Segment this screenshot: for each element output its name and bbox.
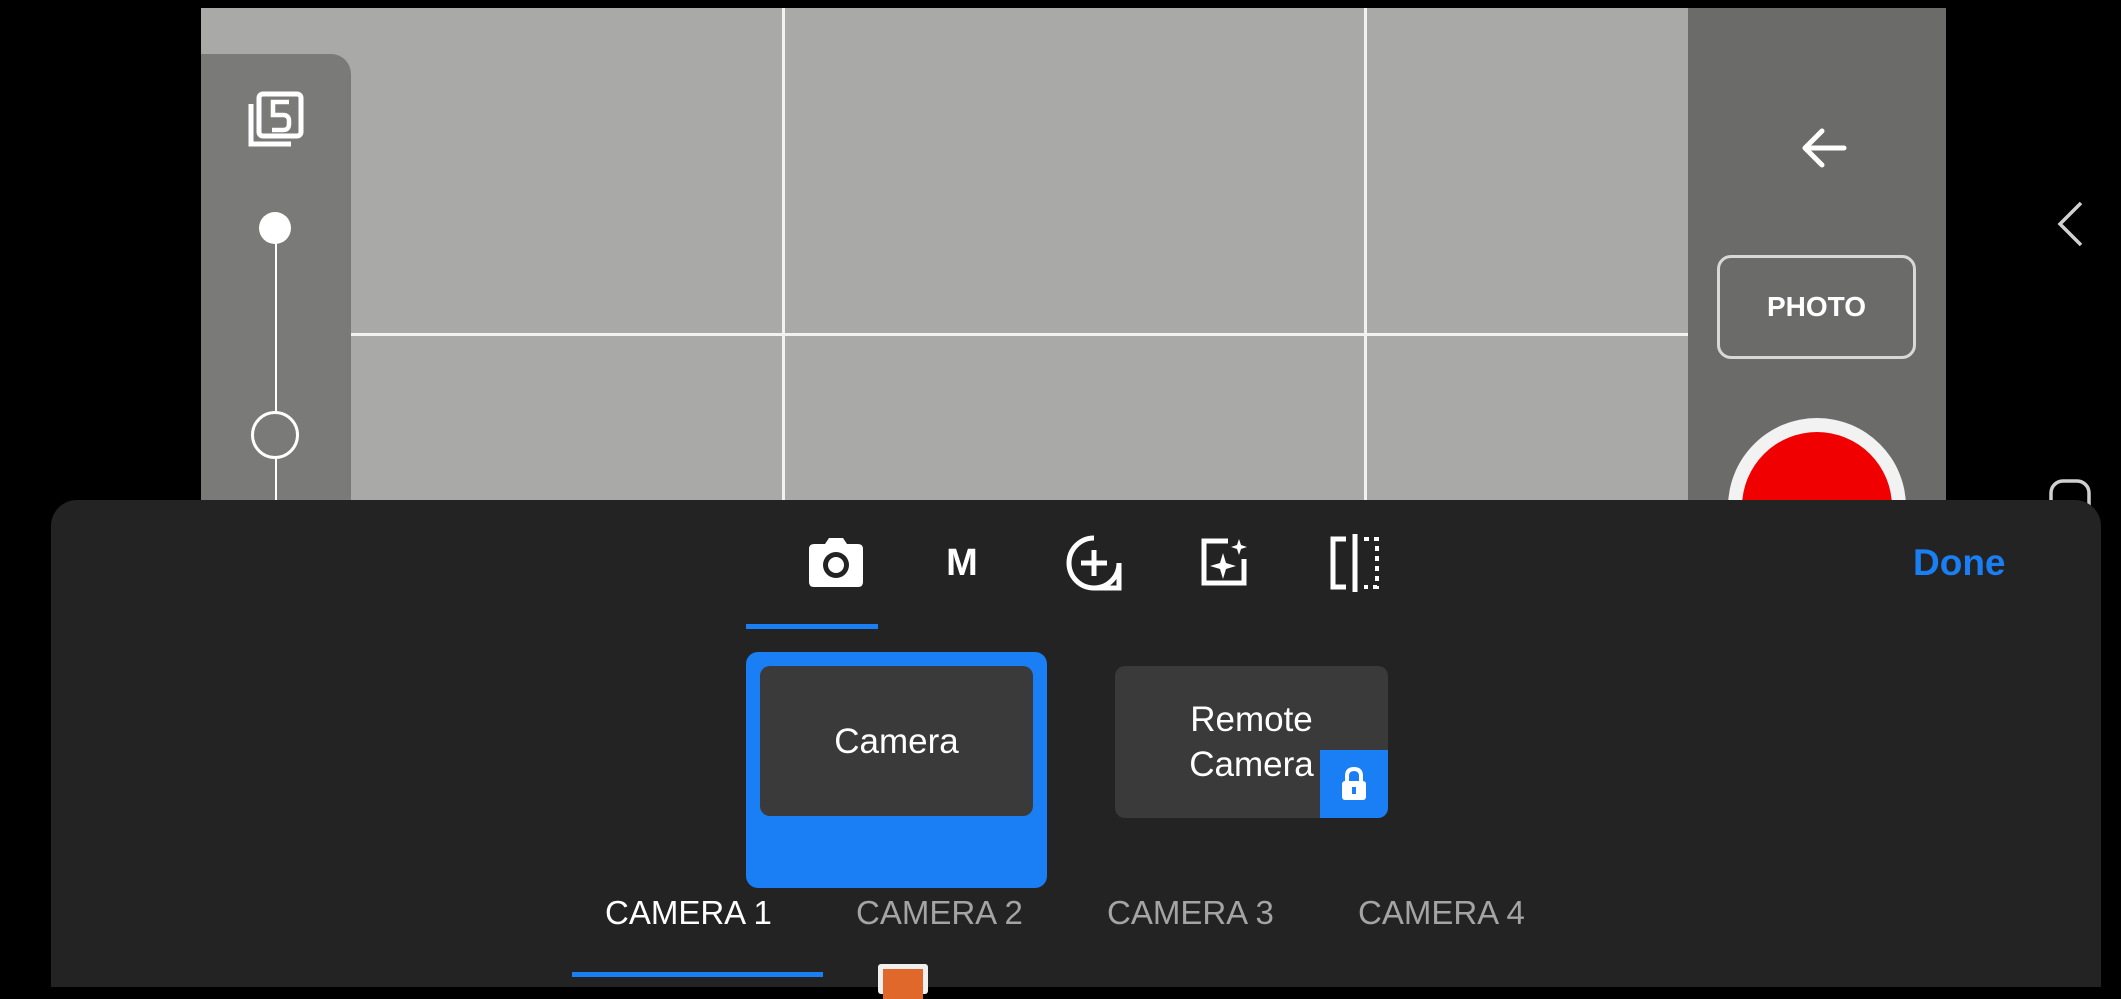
source-card-label: Camera xyxy=(1189,745,1314,784)
tab-camera-1[interactable]: CAMERA 1 xyxy=(605,894,772,932)
right-control-panel: PHOTO xyxy=(1688,8,1946,596)
tab-active-indicator xyxy=(746,624,878,629)
color-swatch-fill xyxy=(883,969,923,999)
lock-badge xyxy=(1320,750,1388,818)
tab-manual[interactable]: M xyxy=(912,530,1012,596)
tab-camera-3[interactable]: CAMERA 3 xyxy=(1107,894,1274,932)
grid-line-horizontal xyxy=(201,333,1946,336)
grid-line-vertical xyxy=(782,8,785,508)
tab-camera[interactable] xyxy=(781,530,891,596)
source-card-camera-selected[interactable]: Camera xyxy=(746,652,1047,888)
back-arrow-icon[interactable] xyxy=(1794,118,1854,178)
sparkle-frame-icon xyxy=(1201,538,1247,586)
camera-viewfinder[interactable] xyxy=(201,8,1946,508)
nav-back-icon[interactable] xyxy=(2050,198,2090,250)
tab-effects[interactable] xyxy=(1174,530,1274,596)
zoom-slider-track[interactable] xyxy=(275,228,277,528)
add-circle-icon xyxy=(1066,535,1122,591)
bottom-sheet: M Done Camera Remote Camera CAMERA 1 CAM… xyxy=(51,500,2101,999)
tab-add-overlay[interactable] xyxy=(1044,530,1144,596)
source-card-label: Camera xyxy=(834,721,959,761)
tab-camera-4[interactable]: CAMERA 4 xyxy=(1358,894,1525,932)
grid-line-vertical xyxy=(1364,8,1367,508)
zoom-slider-handle[interactable] xyxy=(259,212,291,244)
tab-compare[interactable] xyxy=(1305,530,1405,596)
photo-mode-button[interactable]: PHOTO xyxy=(1717,255,1916,359)
camera-icon xyxy=(809,538,863,587)
photo-mode-label: PHOTO xyxy=(1766,291,1867,322)
color-swatch[interactable] xyxy=(878,964,928,999)
manual-m-icon: M xyxy=(946,541,978,584)
burst-count-icon[interactable] xyxy=(243,88,307,152)
split-compare-icon xyxy=(1330,534,1379,592)
camera-tab-active-indicator xyxy=(572,972,823,977)
tab-camera-2[interactable]: CAMERA 2 xyxy=(856,894,1023,932)
source-card-camera: Camera xyxy=(760,666,1033,816)
source-card-label: Remote xyxy=(1190,700,1313,739)
source-card-remote-camera[interactable]: Remote Camera xyxy=(1115,666,1388,818)
left-control-panel xyxy=(201,54,351,528)
zoom-level-indicator[interactable] xyxy=(251,411,299,459)
lock-icon xyxy=(1342,766,1366,800)
done-button[interactable]: Done xyxy=(1913,542,2006,584)
